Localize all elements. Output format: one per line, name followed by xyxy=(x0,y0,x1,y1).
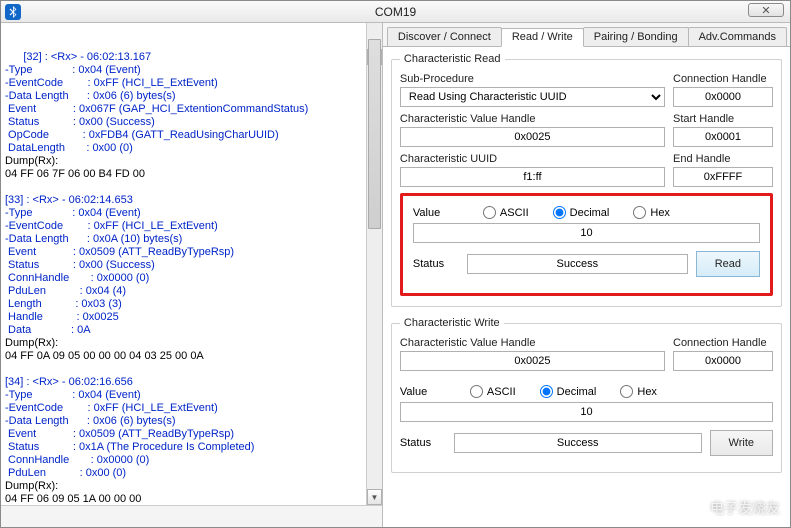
log-line: Handle : 0x0025 xyxy=(5,311,119,323)
log-line: -Data Length : 0x06 (6) bytes(s) xyxy=(5,90,176,102)
log-line: -Data Length : 0x06 (6) bytes(s) xyxy=(5,415,176,427)
characteristic-read-legend: Characteristic Read xyxy=(400,53,505,65)
char-value-handle-label: Characteristic Value Handle xyxy=(400,113,665,125)
read-decimal-radio[interactable]: Decimal xyxy=(553,206,610,219)
log-dump: Dump(Rx): 04 FF 06 7F 06 00 B4 FD 00 xyxy=(5,155,145,180)
tab-read-write[interactable]: Read / Write xyxy=(501,28,584,47)
write-char-value-handle-input[interactable] xyxy=(400,351,665,371)
log-line: -Type : 0x04 (Event) xyxy=(5,389,141,401)
log-entry-header: [34] : <Rx> - 06:02:16.656 xyxy=(5,376,133,388)
close-icon: ✕ xyxy=(761,4,770,17)
log-dump: Dump(Rx): 04 FF 06 09 05 1A 00 00 00 xyxy=(5,480,141,505)
char-uuid-label: Characteristic UUID xyxy=(400,153,665,165)
titlebar: COM19 ✕ xyxy=(1,1,790,23)
log-line: Event : 0x067F (GAP_HCI_ExtentionCommand… xyxy=(5,103,308,115)
window: COM19 ✕ ▲ ▼ [32] : <Rx> - 06:02:13.167 -… xyxy=(0,0,791,528)
char-uuid-input[interactable] xyxy=(400,167,665,187)
sub-procedure-label: Sub-Procedure xyxy=(400,73,665,85)
write-status-output xyxy=(454,433,702,453)
log-line: Status : 0x00 (Success) xyxy=(5,259,155,271)
read-status-label: Status xyxy=(413,258,459,270)
end-handle-input[interactable] xyxy=(673,167,773,187)
tab-adv-commands[interactable]: Adv.Commands xyxy=(688,27,787,46)
log-line: Event : 0x0509 (ATT_ReadByTypeRsp) xyxy=(5,428,234,440)
write-button[interactable]: Write xyxy=(710,430,773,456)
sub-procedure-select[interactable]: Read Using Characteristic UUID xyxy=(400,87,665,107)
log-line: ConnHandle : 0x0000 (0) xyxy=(5,272,149,284)
bluetooth-icon xyxy=(5,4,21,20)
log-line: -Type : 0x04 (Event) xyxy=(5,64,141,76)
write-value-label: Value xyxy=(400,386,446,398)
char-value-handle-input[interactable] xyxy=(400,127,665,147)
write-conn-handle-label: Connection Handle xyxy=(673,337,773,349)
write-value-input[interactable] xyxy=(400,402,773,422)
characteristic-read-group: Characteristic Read Sub-Procedure Read U… xyxy=(391,53,782,307)
log-line: PduLen : 0x00 (0) xyxy=(5,467,126,479)
write-conn-handle-input[interactable] xyxy=(673,351,773,371)
window-close-button[interactable]: ✕ xyxy=(748,3,784,17)
command-bar xyxy=(1,505,382,527)
log-line: Status : 0x1A (The Procedure Is Complete… xyxy=(5,441,254,453)
write-decimal-radio[interactable]: Decimal xyxy=(540,385,597,398)
log-line: -EventCode : 0xFF (HCI_LE_ExtEvent) xyxy=(5,77,218,89)
log-line: -EventCode : 0xFF (HCI_LE_ExtEvent) xyxy=(5,220,218,232)
log-dump: Dump(Rx): 04 FF 0A 09 05 00 00 00 04 03 … xyxy=(5,337,204,362)
characteristic-write-legend: Characteristic Write xyxy=(400,317,504,329)
tab-body: Characteristic Read Sub-Procedure Read U… xyxy=(383,47,790,527)
scroll-thumb[interactable] xyxy=(368,39,381,229)
right-pane: Discover / ConnectRead / WritePairing / … xyxy=(383,23,790,527)
log-line: -EventCode : 0xFF (HCI_LE_ExtEvent) xyxy=(5,402,218,414)
log-line: DataLength : 0x00 (0) xyxy=(5,142,133,154)
scrollbar[interactable]: ▲ ▼ xyxy=(366,23,382,505)
log-line: OpCode : 0xFDB4 (GATT_ReadUsingCharUUID) xyxy=(5,129,279,141)
tabstrip: Discover / ConnectRead / WritePairing / … xyxy=(383,23,790,47)
read-button[interactable]: Read xyxy=(696,251,760,277)
write-ascii-radio[interactable]: ASCII xyxy=(470,385,516,398)
scroll-down-button[interactable]: ▼ xyxy=(367,489,382,505)
log-line: ConnHandle : 0x0000 (0) xyxy=(5,454,149,466)
characteristic-write-group: Characteristic Write Characteristic Valu… xyxy=(391,317,782,473)
log-entry-header: [32] : <Rx> - 06:02:13.167 xyxy=(23,51,151,63)
tab-pairing-bonding[interactable]: Pairing / Bonding xyxy=(583,27,689,46)
start-handle-label: Start Handle xyxy=(673,113,773,125)
log-line: -Type : 0x04 (Event) xyxy=(5,207,141,219)
write-status-label: Status xyxy=(400,437,446,449)
conn-handle-input[interactable] xyxy=(673,87,773,107)
log-line: Status : 0x00 (Success) xyxy=(5,116,155,128)
write-char-value-handle-label: Characteristic Value Handle xyxy=(400,337,665,349)
log-area[interactable]: ▲ ▼ [32] : <Rx> - 06:02:13.167 -Type : 0… xyxy=(1,23,382,505)
log-line: PduLen : 0x04 (4) xyxy=(5,285,126,297)
log-line: -Data Length : 0x0A (10) bytes(s) xyxy=(5,233,182,245)
log-line: Event : 0x0509 (ATT_ReadByTypeRsp) xyxy=(5,246,234,258)
log-entry-header: [33] : <Rx> - 06:02:14.653 xyxy=(5,194,133,206)
read-value-input[interactable] xyxy=(413,223,760,243)
write-hex-radio[interactable]: Hex xyxy=(620,385,657,398)
read-hex-radio[interactable]: Hex xyxy=(633,206,670,219)
left-pane: ▲ ▼ [32] : <Rx> - 06:02:13.167 -Type : 0… xyxy=(1,23,383,527)
conn-handle-label: Connection Handle xyxy=(673,73,773,85)
read-status-output xyxy=(467,254,688,274)
content: ▲ ▼ [32] : <Rx> - 06:02:13.167 -Type : 0… xyxy=(1,23,790,527)
start-handle-input[interactable] xyxy=(673,127,773,147)
end-handle-label: End Handle xyxy=(673,153,773,165)
tab-discover-connect[interactable]: Discover / Connect xyxy=(387,27,502,46)
log-line: Length : 0x03 (3) xyxy=(5,298,122,310)
window-title: COM19 xyxy=(375,5,416,19)
read-result-box: Value ASCII Decimal Hex Status Read xyxy=(400,193,773,296)
read-value-label: Value xyxy=(413,207,459,219)
log-line: Data : 0A xyxy=(5,324,91,336)
read-ascii-radio[interactable]: ASCII xyxy=(483,206,529,219)
